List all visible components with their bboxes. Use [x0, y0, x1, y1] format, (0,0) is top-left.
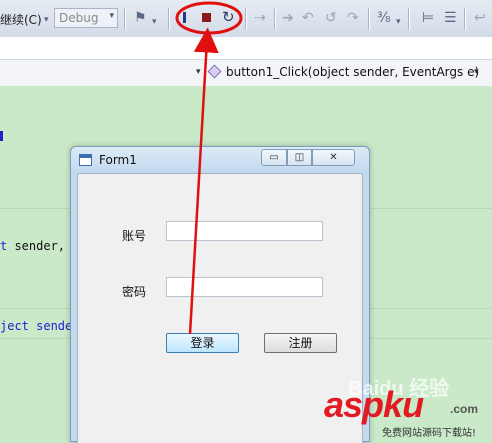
- aspku-tagline: 免费网站源码下载站!: [382, 428, 477, 439]
- minimize-button[interactable]: ▭: [261, 149, 287, 166]
- close-button[interactable]: ✕: [312, 149, 355, 166]
- close-icon: ✕: [329, 152, 338, 163]
- code-navigation-bar: ▾ button1_Click(object sender, EventArgs…: [0, 59, 492, 87]
- breakpoints-icon[interactable]: ☰: [444, 10, 457, 26]
- method-icon: [207, 64, 222, 79]
- solution-config-select[interactable]: Debug ▾: [54, 8, 118, 28]
- chevron-down-icon[interactable]: ▾: [396, 14, 401, 30]
- maximize-button[interactable]: ◫: [287, 149, 312, 166]
- toolbar-separator: [245, 8, 246, 30]
- form-app-icon: [79, 154, 92, 166]
- aspku-logo: aspku: [324, 384, 424, 425]
- continue-dropdown-icon[interactable]: ▾: [44, 12, 49, 28]
- form-client-area: 账号 密码 登录 注册: [77, 173, 363, 443]
- password-label: 密码: [122, 285, 147, 299]
- step-back-icon[interactable]: ↺: [325, 10, 337, 26]
- account-input[interactable]: [166, 221, 323, 241]
- password-input[interactable]: [166, 277, 323, 297]
- step-over-icon[interactable]: ↶: [302, 10, 314, 26]
- toolbar-separator: [368, 8, 369, 30]
- document-tab-strip: [0, 37, 492, 59]
- stop-debugging-icon[interactable]: [202, 13, 211, 22]
- form-titlebar[interactable]: Form1 ▭ ◫ ✕: [71, 147, 369, 173]
- debug-toolbar: 继续(C) ▾ Debug ▾ ⚑ ▾ ↻ ⇢ ➔ ↶ ↺ ↷ ⅜ ▾ ⊨ ☰ …: [0, 0, 492, 39]
- hex-display-icon[interactable]: ⅜: [377, 10, 391, 26]
- attach-process-icon[interactable]: ⚑: [134, 10, 147, 26]
- break-all-icon[interactable]: [183, 12, 186, 23]
- account-label: 账号: [122, 229, 147, 243]
- type-dropdown-chevron-icon[interactable]: ▾: [196, 67, 201, 77]
- show-next-statement-icon[interactable]: ⇢: [254, 10, 266, 26]
- code-fragment: [0, 131, 3, 141]
- chevron-down-icon: ▾: [109, 11, 114, 21]
- step-into-icon[interactable]: ➔: [282, 10, 294, 26]
- member-dropdown-chevron-icon[interactable]: ▾: [474, 67, 479, 77]
- toolbar-separator: [168, 8, 169, 30]
- register-button[interactable]: 注册: [264, 333, 337, 353]
- more-icon[interactable]: ↩: [474, 10, 486, 26]
- step-out-icon[interactable]: ↷: [347, 10, 359, 26]
- code-line: t sender,: [0, 239, 66, 253]
- continue-button[interactable]: 继续(C): [0, 11, 42, 28]
- form-title: Form1: [99, 153, 137, 167]
- aspku-tld: .com: [450, 402, 479, 416]
- toolbar-separator: [124, 8, 125, 30]
- toolbar-separator: [464, 8, 465, 30]
- code-line: ject sende: [0, 319, 73, 333]
- chevron-down-icon[interactable]: ▾: [152, 14, 157, 30]
- toolbar-separator: [274, 8, 275, 30]
- member-dropdown[interactable]: button1_Click(object sender, EventArgs e…: [226, 65, 479, 79]
- restart-icon[interactable]: ↻: [222, 9, 235, 25]
- maximize-icon: ◫: [294, 152, 305, 163]
- toolbar-separator: [408, 8, 409, 30]
- config-value: Debug: [59, 11, 99, 25]
- threads-icon[interactable]: ⊨: [422, 10, 434, 26]
- minimize-icon: ▭: [269, 152, 279, 163]
- login-button[interactable]: 登录: [166, 333, 239, 353]
